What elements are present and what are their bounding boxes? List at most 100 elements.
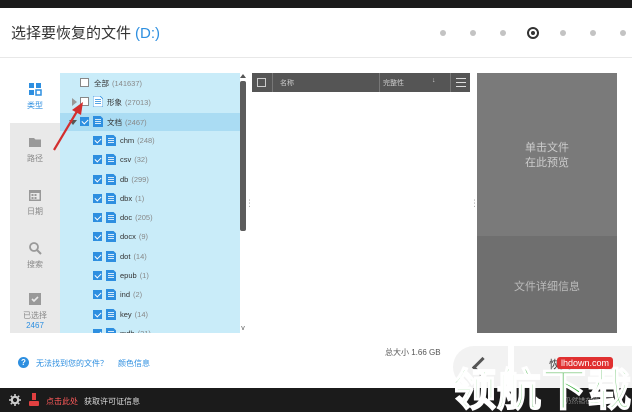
tree-item-checkbox[interactable] [93, 232, 102, 242]
tree-item-dot[interactable]: dot (14) [60, 248, 240, 266]
sort-arrow-icon[interactable]: ↓ [432, 77, 436, 84]
tree-item-count: (205) [135, 213, 153, 223]
tree-item-name: key [120, 309, 132, 319]
column-separator [272, 73, 273, 92]
tree-item-dbx[interactable]: dbx (1) [60, 190, 240, 208]
tree-item-label: epub (1) [120, 271, 149, 280]
tree-item-mdb[interactable]: mdb(21) [60, 325, 240, 333]
tree-item-name: db [120, 174, 129, 184]
check-icon [29, 293, 41, 305]
step-dot [590, 30, 596, 36]
tree-item-checkbox[interactable] [93, 271, 102, 280]
tree-item-name: 文档 [107, 117, 122, 127]
tree-item-doc[interactable]: doc (205) [60, 209, 240, 227]
tree-item-name: dbx [120, 193, 133, 203]
tree-item-name: mdb [120, 329, 135, 333]
gear-icon[interactable] [9, 394, 21, 406]
column-header-name[interactable]: 名称 [280, 78, 294, 88]
sidebar-item-label: 日期 [27, 207, 43, 216]
file-list: 名称 完整性 ↓ [252, 73, 470, 333]
tree-item-key[interactable]: key (14) [60, 306, 240, 324]
menu-icon-bar [456, 86, 466, 87]
tree-item-label: db (299) [120, 175, 149, 184]
tree-item-name: csv [120, 155, 132, 165]
tree-item-name: docx [120, 232, 136, 242]
tree-item-label: docx (9) [120, 232, 148, 241]
tree-item-label: dbx (1) [120, 194, 144, 203]
tree-item-checkbox[interactable] [93, 155, 102, 165]
document-file-icon [106, 212, 116, 224]
total-size: 总大小 1.66 GB [385, 348, 441, 357]
grid-icon [29, 83, 42, 96]
column-header-integrity[interactable]: 完整性 [383, 78, 404, 88]
tree-item-count: (14) [133, 251, 147, 261]
folder-icon [29, 138, 41, 147]
tree-item-epub[interactable]: epub (1) [60, 267, 240, 285]
tree-item-count: (1) [135, 193, 145, 203]
tree-item-label: dot (14) [120, 252, 147, 261]
color-info-link[interactable]: 颜色信息 [118, 358, 150, 369]
watermark-url: lhdown.com [557, 357, 614, 369]
tree-item-checkbox[interactable] [93, 328, 102, 333]
tree-item-label: ind (2) [120, 290, 142, 299]
tree-item-label: csv (32) [120, 155, 148, 164]
file-list-header: 名称 完整性 ↓ [252, 73, 470, 92]
tree-item-label: 全部 (141637) [94, 78, 142, 89]
document-file-icon [106, 289, 116, 301]
help-icon[interactable]: ? [18, 357, 29, 368]
document-file-icon [106, 270, 116, 281]
cannot-find-files-link[interactable]: 无法找到您的文件？ [36, 358, 108, 369]
license-text: 获取许可证信息 [84, 397, 140, 406]
tree-item-docx[interactable]: docx (9) [60, 228, 240, 246]
select-all-checkbox[interactable] [257, 78, 266, 87]
tree-item-db[interactable]: db (299) [60, 171, 240, 189]
tree-item-count: (14) [134, 309, 149, 319]
calendar-icon [29, 190, 41, 201]
watermark: 领航下载 lhdown.com [451, 354, 632, 412]
preview-hint-line: 单击文件 [525, 142, 569, 154]
sidebar-item-selected[interactable]: 已选择 2467 [10, 283, 60, 333]
step-dot [500, 30, 506, 36]
sidebar-item-label: 搜索 [27, 260, 43, 269]
preview-hint-line: 在此预览 [525, 157, 569, 169]
tree-item-checkbox[interactable] [93, 290, 102, 300]
tree-item-checkbox[interactable] [80, 78, 89, 87]
selected-count: 2467 [26, 321, 44, 330]
tree-item-count: (9) [138, 232, 149, 242]
tree-item-count: (1) [139, 271, 149, 280]
step-dot [620, 30, 626, 36]
tree-item-checkbox[interactable] [93, 251, 102, 261]
tree-item-name: 全部 [94, 79, 109, 88]
sidebar-item-label: 已选择 [23, 311, 47, 320]
sidebar-item-date[interactable]: 日期 [10, 179, 60, 229]
tree-item-全部[interactable]: 全部 (141637) [60, 74, 240, 92]
tree-item-label: mdb(21) [120, 329, 151, 333]
preview-area: 单击文件 在此预览 [477, 73, 617, 236]
tree-item-name: dot [120, 251, 131, 261]
tree-item-checkbox[interactable] [93, 135, 102, 145]
document-file-icon [106, 308, 116, 320]
tree-item-label: 文档 (2467) [107, 117, 147, 128]
splitter-handle[interactable]: ⋮ [245, 73, 254, 333]
step-indicator [422, 27, 632, 39]
license-icon [29, 393, 39, 406]
tree-item-name: doc [120, 213, 133, 223]
title-text: 选择要恢复的文件 [11, 25, 132, 42]
tree-item-ind[interactable]: ind (2) [60, 286, 240, 304]
file-details-label: 文件详细信息 [514, 281, 580, 293]
tree-item-name: chm [120, 135, 135, 145]
tree-item-checkbox[interactable] [93, 174, 102, 184]
sidebar-item-search[interactable]: 搜索 [10, 232, 60, 282]
license-link[interactable]: 点击此处 [46, 396, 78, 407]
tree-item-label: chm (248) [120, 136, 155, 145]
tree-item-checkbox[interactable] [93, 193, 102, 203]
splitter-handle[interactable]: ⋮ [470, 73, 479, 333]
document-file-icon [106, 154, 116, 166]
header: 选择要恢复的文件 (D:) [0, 8, 632, 58]
tree-item-name: epub [120, 271, 137, 280]
tree-item-checkbox[interactable] [93, 213, 102, 223]
sidebar-item-label: 路径 [27, 154, 43, 163]
tree-item-checkbox[interactable] [93, 309, 102, 319]
column-menu-button[interactable] [450, 73, 470, 92]
drive-label: (D:) [135, 25, 161, 42]
